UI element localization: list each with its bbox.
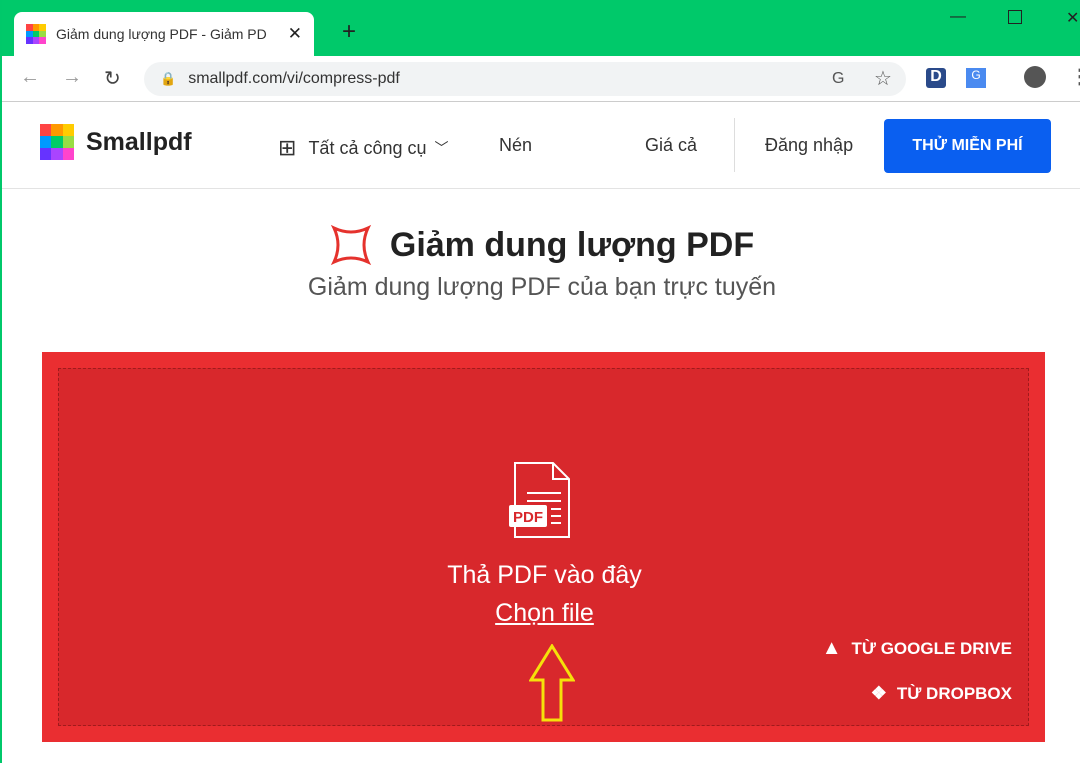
- google-drive-button[interactable]: ▲ TỪ GOOGLE DRIVE: [822, 637, 1012, 660]
- browser-tab[interactable]: Giảm dung lượng PDF - Giảm PD ✕: [14, 12, 314, 56]
- back-icon[interactable]: ←: [20, 66, 40, 89]
- smallpdf-logo-icon: [40, 124, 74, 160]
- compress-icon: [330, 224, 372, 266]
- nav-compress[interactable]: Nén: [499, 135, 532, 156]
- url-text: smallpdf.com/vi/compress-pdf: [188, 70, 400, 87]
- dropbox-label: TỪ DROPBOX: [896, 683, 1012, 703]
- page-title: Giảm dung lượng PDF: [2, 224, 1080, 266]
- nav-divider: [734, 118, 735, 172]
- logo-text: Smallpdf: [86, 127, 192, 156]
- try-free-button[interactable]: THỬ MIỄN PHÍ: [884, 119, 1051, 173]
- drop-instruction: Thả PDF vào đây: [447, 561, 642, 589]
- forward-icon[interactable]: →: [62, 66, 82, 89]
- nav-pricing[interactable]: Giá cả: [645, 135, 697, 156]
- new-tab-icon[interactable]: +: [342, 18, 356, 46]
- google-drive-icon: ▲: [821, 637, 842, 659]
- maximize-icon[interactable]: [1008, 10, 1022, 24]
- browser-toolbar: ← → ↻ 🔒 smallpdf.com/vi/compress-pdf G ☆…: [2, 56, 1080, 102]
- file-dropzone[interactable]: PDF Thả PDF vào đây Chọn file ▲ TỪ GOOGL…: [42, 352, 1045, 742]
- browser-titlebar: Giảm dung lượng PDF - Giảm PD ✕ + — ✕: [2, 0, 1080, 56]
- google-drive-label: TỪ GOOGLE DRIVE: [851, 638, 1012, 658]
- pdf-badge: PDF: [513, 509, 543, 526]
- dropbox-icon: ❖: [870, 683, 887, 703]
- smallpdf-favicon: [26, 24, 46, 44]
- site-header: Smallpdf ⊞ Tất cả công cụ ﹀ Nén Giá cả Đ…: [2, 102, 1080, 189]
- login-link[interactable]: Đăng nhập: [765, 135, 853, 156]
- choose-file-button[interactable]: Chọn file: [495, 599, 594, 627]
- translate-icon[interactable]: G: [832, 70, 844, 88]
- address-bar[interactable]: 🔒 smallpdf.com/vi/compress-pdf: [144, 62, 906, 96]
- all-tools-menu[interactable]: ⊞ Tất cả công cụ ﹀: [278, 135, 449, 161]
- extension-d-icon[interactable]: D: [926, 68, 946, 88]
- minimize-icon[interactable]: —: [950, 8, 966, 26]
- logo[interactable]: Smallpdf: [40, 124, 192, 160]
- pdf-file-icon: PDF: [509, 462, 570, 538]
- tab-title: Giảm dung lượng PDF - Giảm PD: [56, 26, 267, 42]
- bookmark-star-icon[interactable]: ☆: [874, 66, 892, 91]
- page-title-text: Giảm dung lượng PDF: [389, 225, 755, 264]
- menu-icon[interactable]: ⋮: [1070, 64, 1080, 89]
- arrow-up-annotation-icon: [529, 644, 575, 722]
- all-tools-label: Tất cả công cụ: [308, 137, 427, 158]
- dropzone-inner: PDF Thả PDF vào đây Chọn file ▲ TỪ GOOGL…: [58, 368, 1029, 726]
- grid-icon: ⊞: [278, 135, 297, 160]
- page-subtitle: Giảm dung lượng PDF của bạn trực tuyến: [307, 273, 777, 301]
- google-translate-extension-icon[interactable]: G: [966, 68, 986, 88]
- chevron-down-icon: ﹀: [434, 140, 449, 156]
- lock-icon: 🔒: [160, 71, 177, 86]
- dropbox-button[interactable]: ❖ TỪ DROPBOX: [871, 683, 1012, 704]
- reload-icon[interactable]: ↻: [104, 66, 121, 91]
- profile-icon[interactable]: [1024, 66, 1046, 88]
- choose-file-link: Chọn file: [59, 599, 1030, 628]
- close-tab-icon[interactable]: ✕: [288, 24, 302, 44]
- close-window-icon[interactable]: ✕: [1066, 8, 1079, 28]
